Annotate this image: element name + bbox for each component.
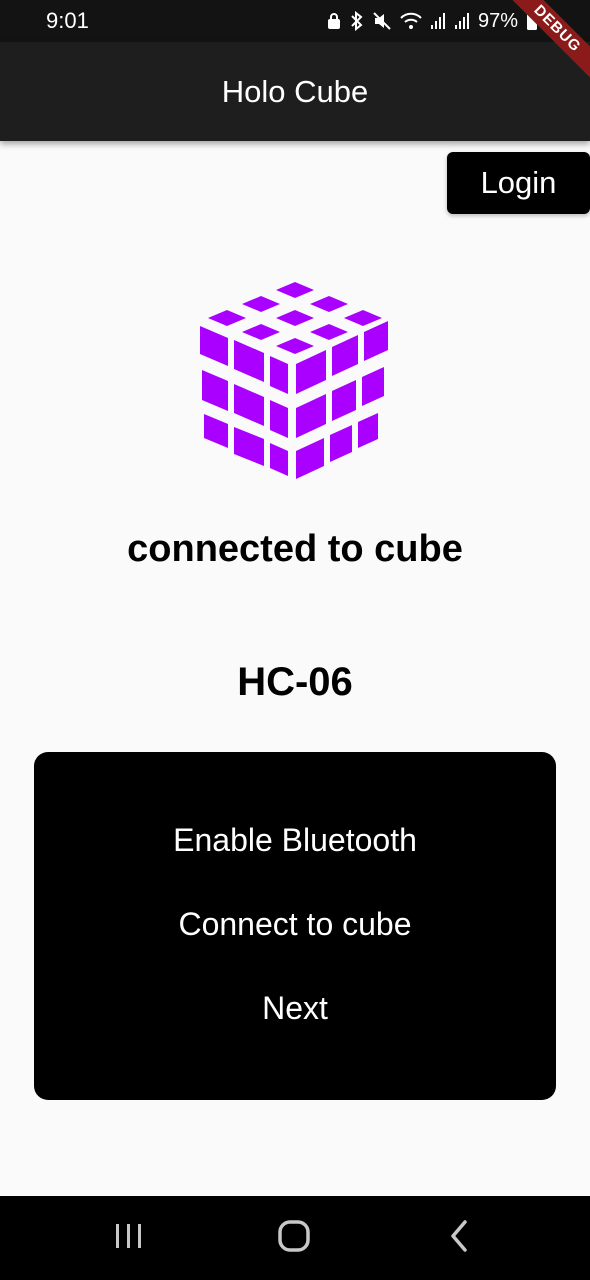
mute-icon bbox=[372, 11, 392, 31]
app-title: Holo Cube bbox=[221, 73, 369, 109]
rubiks-cube-icon bbox=[200, 282, 388, 479]
next-button[interactable]: Next bbox=[34, 990, 556, 1027]
status-bar: 9:01 97% bbox=[0, 0, 590, 42]
action-panel: Enable Bluetooth Connect to cube Next bbox=[34, 752, 556, 1100]
status-time: 9:01 bbox=[46, 8, 89, 33]
battery-percent: 97% bbox=[477, 9, 518, 32]
enable-bluetooth-button[interactable]: Enable Bluetooth bbox=[34, 822, 556, 859]
bluetooth-icon bbox=[350, 11, 364, 31]
status-icons: 97% bbox=[326, 8, 538, 34]
connection-status: connected to cube bbox=[127, 528, 463, 570]
device-name: HC-06 bbox=[237, 660, 353, 704]
back-icon[interactable] bbox=[444, 1218, 474, 1259]
wifi-icon bbox=[400, 12, 422, 30]
connect-to-cube-button[interactable]: Connect to cube bbox=[34, 906, 556, 943]
signal-icon bbox=[430, 12, 446, 30]
lock-icon bbox=[326, 12, 342, 30]
home-icon[interactable] bbox=[276, 1218, 312, 1259]
recents-icon[interactable] bbox=[112, 1218, 146, 1259]
login-button[interactable]: Login bbox=[447, 152, 590, 214]
nav-bar bbox=[0, 1196, 590, 1280]
app-bar: Holo Cube bbox=[0, 42, 590, 141]
signal-icon bbox=[454, 12, 470, 30]
